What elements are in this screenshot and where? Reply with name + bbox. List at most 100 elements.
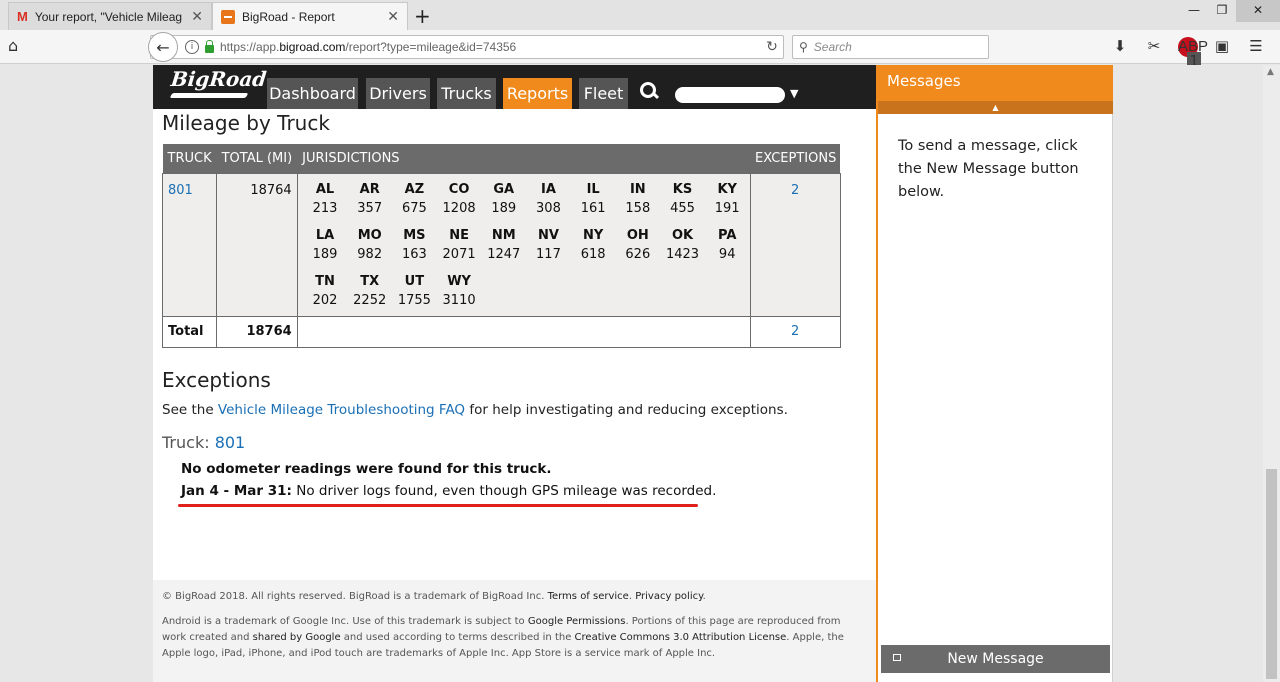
exceptions-link[interactable]: 2 — [749, 172, 841, 317]
adblock-icon[interactable]: ABP1 — [1178, 36, 1208, 70]
total-jurisdictions-empty — [296, 315, 751, 348]
scroll-thumb[interactable] — [1266, 469, 1277, 679]
jurisdiction-code: PA — [718, 227, 737, 243]
jurisdiction-code: TX — [360, 273, 380, 289]
jurisdiction-miles: 189 — [491, 200, 517, 216]
browser-tab-bigroad[interactable]: BigRoad - Report ✕ — [212, 2, 408, 30]
jurisdiction-miles: 2071 — [442, 246, 476, 262]
jurisdiction-oh: OH 626 — [615, 226, 660, 264]
jurisdiction-ms: MS 163 — [392, 226, 437, 264]
sidebar-icon[interactable]: ▣ — [1212, 36, 1232, 56]
footer-copyright: © BigRoad 2018. All rights reserved. Big… — [162, 591, 706, 602]
chevron-down-icon[interactable]: ▼ — [790, 87, 798, 100]
jurisdiction-miles: 675 — [401, 200, 427, 216]
search-icon[interactable] — [639, 81, 659, 101]
jurisdiction-miles: 2252 — [353, 292, 387, 308]
browser-tabstrip: M Your report, "Vehicle Mileag ✕ BigRoad… — [0, 0, 1280, 30]
jurisdiction-code: NY — [582, 227, 604, 243]
jurisdiction-code: AZ — [404, 181, 425, 197]
collapse-up-icon[interactable]: ▲ — [878, 101, 1113, 114]
jurisdictions-cell: AL 213 AR 357 AZ 675 CO 1208 GA 189 IA 308 IL 161 IN 15… — [296, 172, 751, 317]
logo-road-stripe — [169, 93, 249, 98]
faq-link[interactable]: Vehicle Mileage Troubleshooting FAQ — [218, 402, 465, 418]
jurisdiction-code: OH — [626, 227, 649, 243]
exception-truck-link[interactable]: 801 — [215, 433, 246, 452]
col-header-total: TOTAL (MI) — [216, 144, 298, 173]
search-placeholder: Search — [813, 40, 852, 54]
total-exceptions-link[interactable]: 2 — [749, 315, 841, 348]
restore-icon[interactable]: ❐ — [1208, 0, 1236, 22]
jurisdiction-code: OK — [671, 227, 694, 243]
exception-no-logs: Jan 4 - Mar 31: No driver logs found, ev… — [181, 483, 717, 499]
jurisdiction-miles: 189 — [312, 246, 338, 262]
screenshot-icon[interactable]: ✂ — [1144, 36, 1164, 56]
url-text[interactable]: https://app.bigroad.com/report?type=mile… — [220, 40, 761, 54]
window-close-icon[interactable]: ✕ — [1236, 0, 1280, 22]
home-icon[interactable]: ⌂ — [8, 36, 18, 55]
total-miles-sum: 18764 — [216, 315, 298, 348]
google-permissions-link[interactable]: Google Permissions — [528, 616, 626, 627]
nav-tab-fleet[interactable]: Fleet — [579, 78, 628, 109]
redacted-user-name[interactable] — [675, 87, 785, 103]
reload-icon[interactable]: ↻ — [761, 39, 783, 55]
jurisdiction-mo: MO 982 — [347, 226, 392, 264]
jurisdiction-code: IL — [586, 181, 600, 197]
terms-link[interactable]: Terms of service — [548, 591, 629, 602]
close-icon[interactable]: ✕ — [191, 8, 203, 25]
download-icon[interactable]: ⬇ — [1110, 36, 1130, 56]
jurisdiction-code: CO — [448, 181, 470, 197]
col-header-jurisdictions: JURISDICTIONS — [297, 144, 751, 173]
jurisdiction-ut: UT 1755 — [392, 272, 437, 310]
jurisdiction-ne: NE 2071 — [437, 226, 482, 264]
jurisdiction-code: AR — [359, 181, 380, 197]
jurisdiction-ks: KS 455 — [660, 180, 705, 218]
jurisdiction-miles: 94 — [718, 246, 736, 262]
browser-tab-gmail[interactable]: M Your report, "Vehicle Mileag ✕ — [8, 2, 212, 30]
nav-tab-trucks[interactable]: Trucks — [437, 78, 496, 109]
exceptions-title: Exceptions — [162, 368, 271, 392]
col-header-truck: TRUCK — [162, 144, 217, 173]
scroll-up-icon[interactable]: ▲ — [1267, 67, 1274, 77]
jurisdiction-miles: 1423 — [665, 246, 700, 262]
jurisdiction-az: AZ 675 — [392, 180, 437, 218]
minimize-icon[interactable]: — — [1180, 0, 1208, 22]
gmail-icon: M — [17, 9, 28, 24]
close-icon[interactable]: ✕ — [387, 8, 399, 25]
jurisdiction-code: IA — [541, 181, 556, 197]
truck-link[interactable]: 801 — [161, 172, 218, 317]
bigroad-icon — [221, 9, 235, 24]
search-input[interactable]: ⚲ Search — [792, 35, 989, 59]
jurisdiction-ok: OK 1423 — [660, 226, 705, 264]
jurisdiction-code: KS — [672, 181, 693, 197]
menu-icon[interactable]: ☰ — [1246, 36, 1266, 56]
jurisdiction-ar: AR 357 — [347, 180, 392, 218]
jurisdiction-miles: 213 — [312, 200, 338, 216]
table-header-row: TRUCK TOTAL (MI) JURISDICTIONS EXCEPTION… — [162, 144, 841, 173]
privacy-link[interactable]: Privacy policy — [635, 591, 702, 602]
jurisdiction-miles: 191 — [714, 200, 740, 216]
shared-by-google-link[interactable]: shared by Google — [253, 632, 341, 643]
jurisdiction-code: AL — [315, 181, 335, 197]
new-message-button[interactable]: New Message — [881, 645, 1110, 673]
nav-tab-dashboard[interactable]: Dashboard — [267, 78, 358, 109]
jurisdiction-miles: 3110 — [442, 292, 476, 308]
messages-title: Messages — [878, 65, 1113, 101]
exception-no-odometer: No odometer readings were found for this… — [181, 461, 552, 477]
jurisdiction-miles: 308 — [536, 200, 561, 216]
nav-tab-drivers[interactable]: Drivers — [366, 78, 430, 109]
page-viewport: BigRoad Dashboard Drivers Trucks Reports… — [0, 65, 1280, 682]
jurisdiction-code: IN — [629, 181, 646, 197]
jurisdiction-miles: 626 — [625, 246, 651, 262]
jurisdiction-nv: NV 117 — [526, 226, 571, 264]
new-tab-button[interactable]: + — [414, 4, 431, 28]
report-content: Mileage by Truck TRUCK TOTAL (MI) JURISD… — [153, 109, 877, 682]
back-arrow-icon[interactable]: ← — [148, 32, 178, 62]
address-bar[interactable]: i https://app.bigroad.com/report?type=mi… — [150, 35, 784, 59]
nav-tab-reports[interactable]: Reports — [503, 78, 572, 109]
bigroad-logo[interactable]: BigRoad — [170, 67, 268, 91]
jurisdiction-miles: 455 — [670, 200, 695, 216]
cc-license-link[interactable]: Creative Commons 3.0 Attribution License — [575, 632, 787, 643]
page-scrollbar[interactable]: ▲ — [1263, 65, 1280, 682]
jurisdiction-miles: 202 — [312, 292, 338, 308]
info-icon[interactable]: i — [185, 40, 199, 54]
